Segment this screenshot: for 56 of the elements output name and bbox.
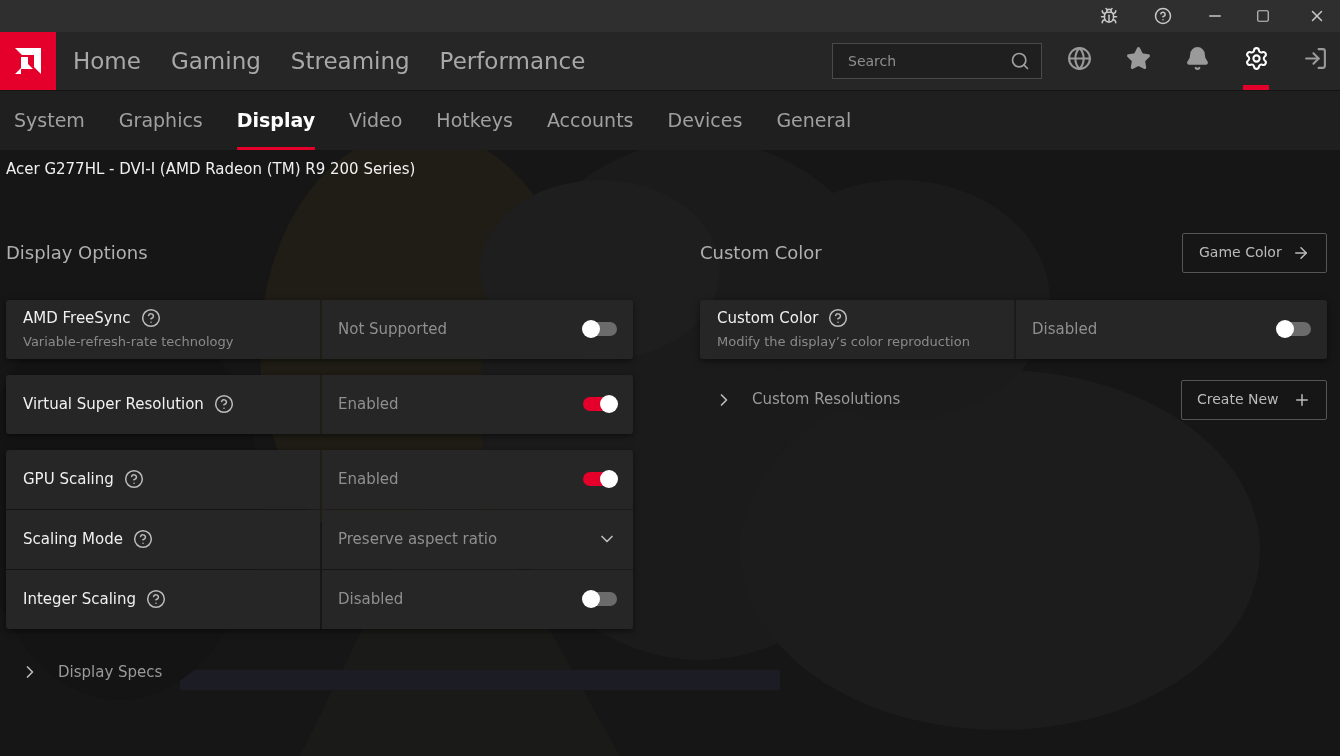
nav-tab[interactable]: Home: [73, 43, 141, 79]
setting-value: Disabled: [1032, 318, 1098, 340]
setting-value: Preserve aspect ratio: [338, 528, 498, 550]
setting-label: AMD FreeSync: [23, 307, 131, 329]
help-icon[interactable]: [1154, 7, 1172, 25]
toggle-switch[interactable]: [583, 322, 617, 336]
game-color-button[interactable]: Game Color: [1182, 232, 1327, 273]
device-name: Acer G277HL - DVI-I (AMD Radeon (TM) R9 200 Series): [6, 159, 417, 180]
section-title: Display Options: [6, 241, 149, 265]
maximize-icon[interactable]: [1256, 9, 1270, 23]
sub-tab[interactable]: System: [14, 90, 85, 151]
setting-value: Enabled: [338, 468, 399, 490]
create-new-button[interactable]: Create New: [1181, 379, 1327, 420]
toggle-switch[interactable]: [1277, 322, 1311, 336]
setting-description: Modify the display’s color reproduction: [717, 333, 971, 351]
setting-value: Disabled: [338, 588, 404, 610]
globe-icon: [1066, 46, 1092, 71]
bell-icon: [1184, 46, 1210, 71]
dropdown[interactable]: Preserve aspect ratio: [322, 509, 633, 569]
setting-value: Enabled: [338, 393, 399, 415]
section-title: Custom Color: [700, 241, 822, 265]
help-icon[interactable]: [140, 307, 161, 328]
search-icon: [1010, 51, 1030, 71]
toggle-switch[interactable]: [583, 472, 617, 486]
nav-tab[interactable]: Streaming: [290, 43, 410, 79]
help-icon[interactable]: [828, 307, 849, 328]
search-field[interactable]: Search: [832, 43, 1042, 79]
help-icon[interactable]: [132, 529, 153, 549]
sub-tab[interactable]: Devices: [667, 90, 743, 151]
setting-label: Virtual Super Resolution: [23, 393, 204, 415]
sub-tab[interactable]: Hotkeys: [436, 90, 513, 151]
toggle-switch[interactable]: [583, 592, 617, 606]
help-icon[interactable]: [213, 394, 234, 414]
help-icon[interactable]: [146, 589, 167, 609]
sub-tab[interactable]: Video: [349, 90, 403, 151]
exit-icon: [1302, 46, 1328, 71]
settings-icon: [1243, 46, 1269, 71]
setting-label: GPU Scaling: [23, 468, 114, 490]
logo-icon: [15, 48, 41, 74]
help-icon[interactable]: [123, 469, 144, 489]
setting-label: Custom Color: [717, 307, 819, 329]
toggle-switch[interactable]: [583, 397, 617, 411]
logo[interactable]: [0, 32, 56, 90]
expander[interactable]: Custom Resolutions: [700, 388, 901, 411]
nav-tab[interactable]: Performance: [439, 43, 586, 79]
setting-label: Scaling Mode: [23, 528, 123, 550]
setting-description: Variable-refresh-rate technology: [23, 333, 235, 351]
sub-tab[interactable]: Accounts: [546, 90, 634, 151]
sub-tab[interactable]: General: [776, 90, 852, 151]
star-icon: [1125, 46, 1151, 71]
expander[interactable]: Display Specs: [6, 660, 633, 683]
bug-icon[interactable]: [1100, 7, 1118, 25]
nav-tab[interactable]: Gaming: [170, 43, 261, 79]
setting-label: Integer Scaling: [23, 588, 137, 610]
setting-value: Not Supported: [338, 318, 448, 340]
sub-tab[interactable]: Graphics: [118, 90, 203, 151]
